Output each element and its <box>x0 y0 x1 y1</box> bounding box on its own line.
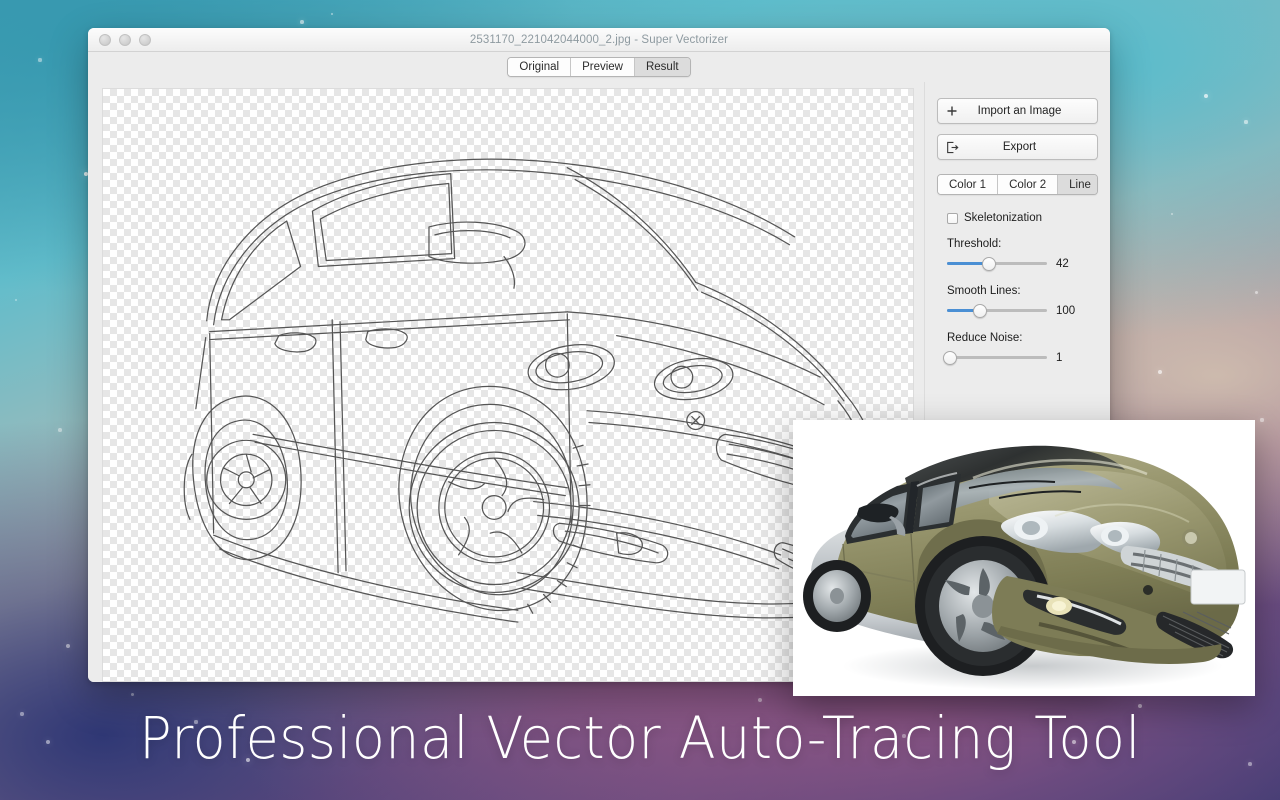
star-speck <box>131 693 134 696</box>
star-speck <box>66 644 70 648</box>
marketing-tagline: Professional Vector Auto-Tracing Tool <box>45 704 1235 772</box>
smooth-lines-slider-knob[interactable] <box>973 304 987 318</box>
star-speck <box>15 299 18 302</box>
star-speck <box>1244 120 1247 123</box>
tab-original[interactable]: Original <box>508 58 571 76</box>
star-speck <box>300 20 304 24</box>
tab-color-1[interactable]: Color 1 <box>938 175 998 194</box>
tab-line[interactable]: Line <box>1058 175 1098 194</box>
skeletonization-checkbox-row[interactable]: Skeletonization <box>947 212 1098 224</box>
export-icon <box>938 141 966 154</box>
export-button[interactable]: Export <box>937 134 1098 160</box>
star-speck <box>58 428 62 432</box>
threshold-slider-knob[interactable] <box>982 257 996 271</box>
smooth-lines-slider[interactable] <box>947 303 1047 318</box>
reduce-noise-control: Reduce Noise: 1 <box>947 332 1098 365</box>
import-image-button[interactable]: Import an Image <box>937 98 1098 124</box>
reduce-noise-value: 1 <box>1056 352 1062 364</box>
star-speck <box>1158 370 1162 374</box>
source-photo-overlay <box>793 420 1255 696</box>
smooth-lines-label: Smooth Lines: <box>947 285 1098 297</box>
star-speck <box>1248 762 1252 766</box>
star-speck <box>1171 213 1174 216</box>
tab-result[interactable]: Result <box>635 58 690 76</box>
import-image-label: Import an Image <box>966 105 1097 117</box>
view-tab-group[interactable]: Original Preview Result <box>507 57 690 77</box>
threshold-value: 42 <box>1056 258 1069 270</box>
tab-preview[interactable]: Preview <box>571 58 635 76</box>
threshold-label: Threshold: <box>947 238 1098 250</box>
smooth-lines-control: Smooth Lines: 100 <box>947 285 1098 318</box>
threshold-control: Threshold: 42 <box>947 238 1098 271</box>
threshold-slider[interactable] <box>947 256 1047 271</box>
reduce-noise-label: Reduce Noise: <box>947 332 1098 344</box>
tab-color-2[interactable]: Color 2 <box>998 175 1058 194</box>
smooth-lines-value: 100 <box>1056 305 1075 317</box>
skeletonization-checkbox[interactable] <box>947 213 958 224</box>
reduce-noise-slider-knob[interactable] <box>943 351 957 365</box>
star-speck <box>331 13 334 16</box>
mode-tab-group[interactable]: Color 1 Color 2 Line <box>937 174 1098 195</box>
star-speck <box>1255 291 1258 294</box>
star-speck <box>38 58 41 61</box>
export-label: Export <box>966 141 1097 153</box>
plus-icon <box>938 105 966 117</box>
reduce-noise-slider-track <box>947 356 1047 359</box>
reduce-noise-slider[interactable] <box>947 350 1047 365</box>
traced-car-line-art <box>103 89 913 681</box>
star-speck <box>758 698 762 702</box>
star-speck <box>1204 94 1208 98</box>
window-title: 2531170_221042044000_2.jpg - Super Vecto… <box>88 34 1110 46</box>
star-speck <box>1260 418 1263 421</box>
skeletonization-label: Skeletonization <box>964 212 1042 224</box>
car-photograph <box>793 420 1255 696</box>
view-toolbar: Original Preview Result <box>88 52 1110 82</box>
window-titlebar: 2531170_221042044000_2.jpg - Super Vecto… <box>88 28 1110 52</box>
star-speck <box>20 712 23 715</box>
